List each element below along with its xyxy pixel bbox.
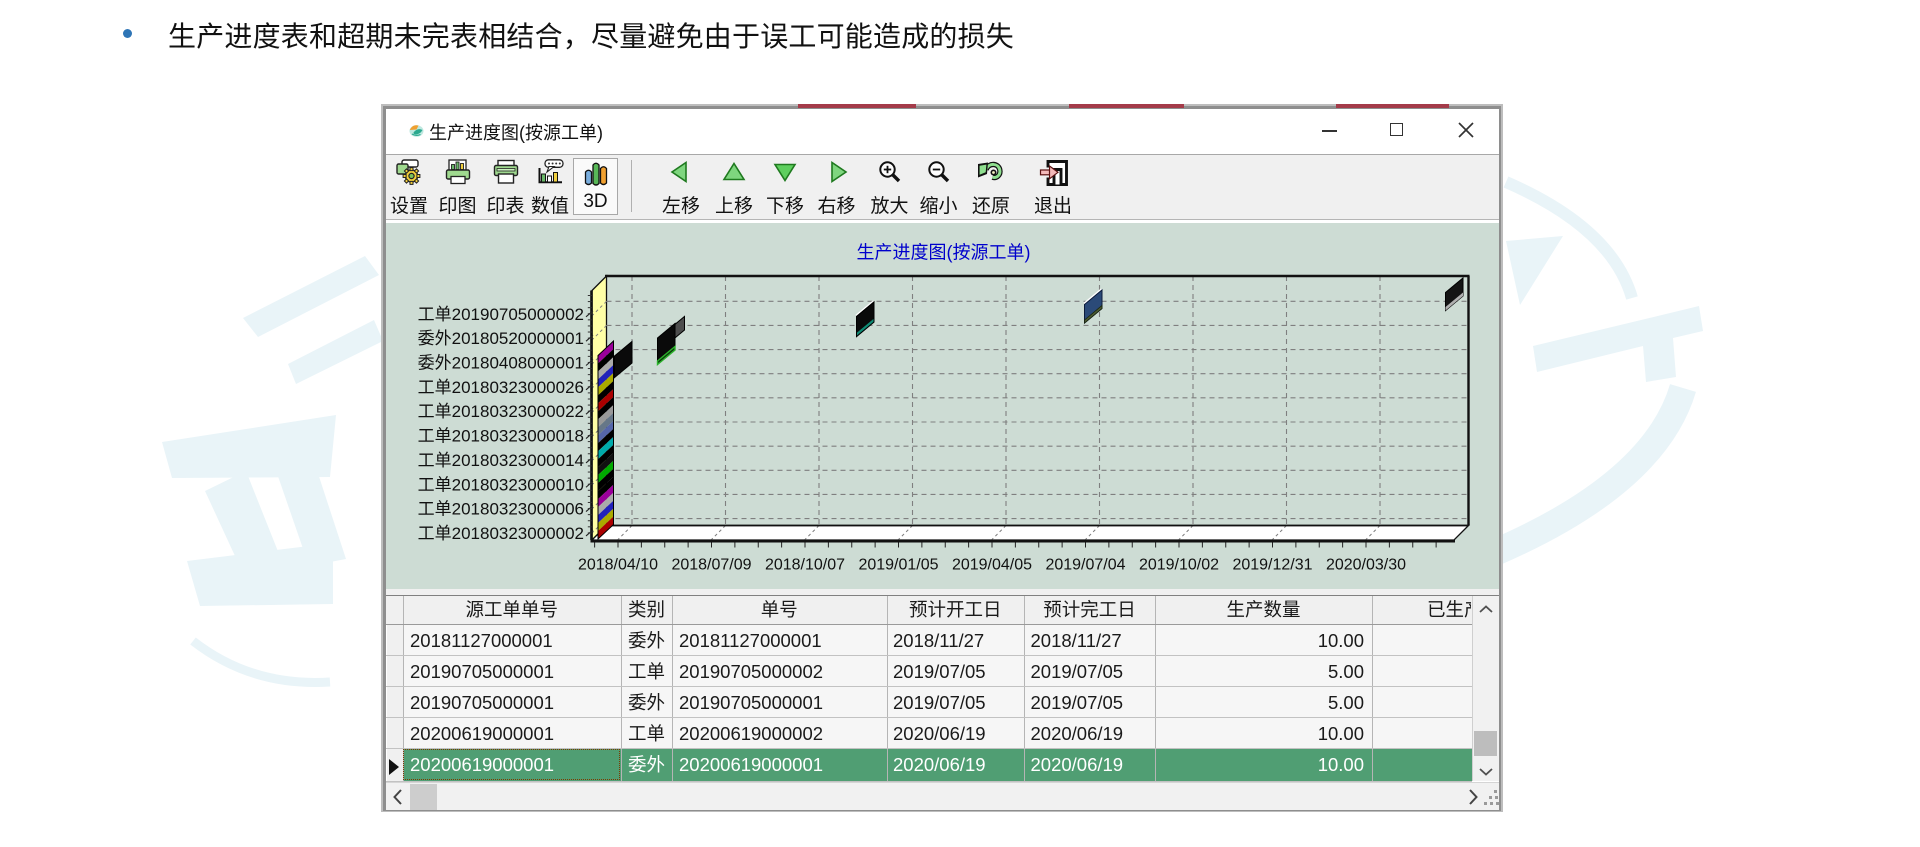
svg-text:2018/10/07: 2018/10/07: [764, 556, 844, 573]
svg-text:工单20180323000014: 工单20180323000014: [417, 450, 583, 469]
svg-text:工单20180323000018: 工单20180323000018: [417, 426, 583, 445]
svg-text:委外20180520000001: 委外20180520000001: [417, 329, 583, 348]
svg-text:工单20180323000026: 工单20180323000026: [417, 377, 583, 396]
svg-text:2019/12/31: 2019/12/31: [1232, 556, 1312, 573]
svg-text:2018/04/10: 2018/04/10: [577, 556, 657, 573]
svg-text:生产进度图(按源工单): 生产进度图(按源工单): [856, 242, 1030, 262]
svg-text:工单20180323000010: 工单20180323000010: [417, 475, 583, 494]
svg-text:工单20180323000002: 工单20180323000002: [417, 523, 583, 542]
svg-text:2019/10/02: 2019/10/02: [1138, 556, 1218, 573]
svg-text:工单20180323000006: 工单20180323000006: [417, 499, 583, 518]
svg-text:2018/07/09: 2018/07/09: [671, 556, 751, 573]
svg-text:委外20180408000001: 委外20180408000001: [417, 353, 583, 372]
svg-text:工单20180323000022: 工单20180323000022: [417, 402, 583, 421]
svg-text:工单20190705000002: 工单20190705000002: [417, 304, 583, 323]
svg-text:2019/07/04: 2019/07/04: [1045, 556, 1125, 573]
svg-text:2019/04/05: 2019/04/05: [951, 556, 1031, 573]
svg-text:2019/01/05: 2019/01/05: [858, 556, 938, 573]
svg-text:2020/03/30: 2020/03/30: [1325, 556, 1405, 573]
